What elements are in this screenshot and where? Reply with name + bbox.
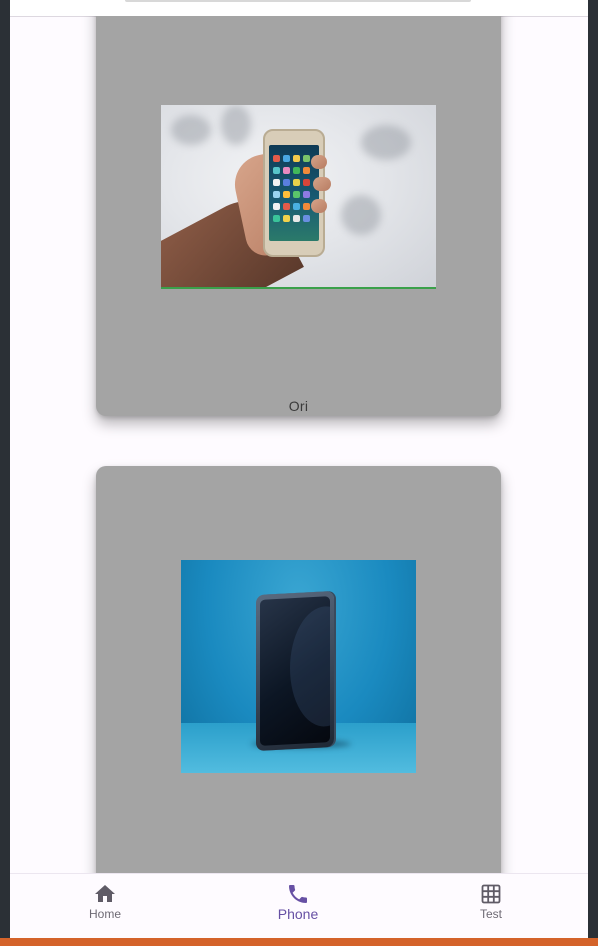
home-icon (95, 885, 115, 902)
nav-label-phone: Phone (277, 906, 319, 922)
product-card[interactable] (96, 466, 501, 874)
grid-icon (481, 884, 501, 904)
image-underline (161, 287, 436, 289)
nav-item-test[interactable]: Test (431, 874, 551, 938)
product-image (161, 105, 436, 289)
background-right (588, 0, 598, 946)
bottom-navigation-bar: Home Phone Test (10, 873, 588, 938)
search-bar-edge[interactable] (125, 0, 471, 2)
taskbar-strip (0, 938, 598, 946)
nav-label-test: Test (479, 907, 502, 921)
nav-label-home: Home (88, 907, 121, 921)
phone-icon (289, 885, 307, 903)
background-left (0, 0, 10, 946)
product-name: Ori (288, 398, 309, 414)
product-card[interactable]: Ori (96, 16, 501, 416)
product-image (181, 560, 416, 773)
nav-item-home[interactable]: Home (45, 874, 165, 938)
top-app-bar (10, 0, 588, 17)
product-list[interactable]: Ori (10, 16, 588, 874)
nav-item-phone[interactable]: Phone (238, 874, 358, 938)
app-window: Ori Home Phone Test (10, 0, 588, 938)
